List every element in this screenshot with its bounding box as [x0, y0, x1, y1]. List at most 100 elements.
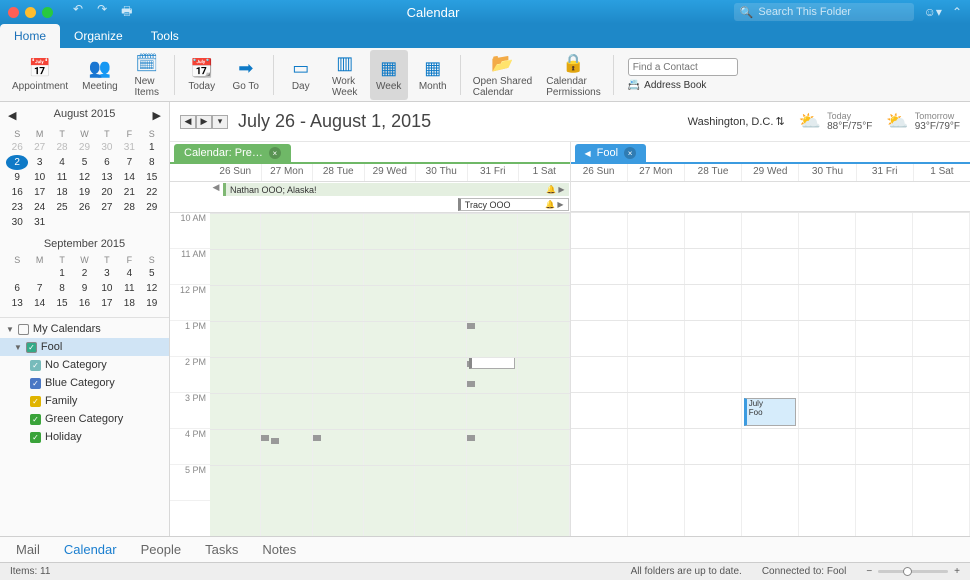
- day-header[interactable]: 29 Wed: [365, 164, 417, 181]
- day-header[interactable]: 1 Sat: [519, 164, 570, 181]
- mini-day[interactable]: 27: [28, 140, 50, 155]
- redo-icon[interactable]: ↷: [97, 2, 107, 23]
- category-item[interactable]: ✓Holiday: [0, 428, 169, 446]
- mini-day[interactable]: 7: [28, 281, 50, 296]
- weather-location[interactable]: Washington, D.C.⇅: [688, 115, 785, 128]
- appointment-button[interactable]: 📅Appointment: [8, 50, 72, 100]
- day-column[interactable]: [261, 213, 312, 536]
- day-header[interactable]: 1 Sat: [914, 164, 970, 181]
- pane-tab-left[interactable]: Calendar: Pre… ×: [174, 144, 291, 162]
- mini-day[interactable]: 26: [73, 200, 95, 215]
- mini-day[interactable]: 24: [28, 200, 50, 215]
- mini-day[interactable]: 30: [96, 140, 118, 155]
- close-icon[interactable]: ×: [624, 147, 636, 159]
- zoom-slider[interactable]: [878, 570, 948, 573]
- next-month-icon[interactable]: ▶: [153, 109, 161, 122]
- arrow-left-icon[interactable]: ◀: [210, 182, 222, 197]
- mini-day[interactable]: 31: [118, 140, 140, 155]
- mini-day[interactable]: 8: [51, 281, 73, 296]
- mini-day[interactable]: 2: [73, 266, 95, 281]
- week-view-button[interactable]: ▦Week: [370, 50, 408, 100]
- tab-organize[interactable]: Organize: [60, 24, 137, 48]
- mini-day[interactable]: 12: [73, 170, 95, 185]
- mini-day[interactable]: 14: [118, 170, 140, 185]
- close-icon[interactable]: ×: [269, 147, 281, 159]
- checkbox-icon[interactable]: ✓: [30, 360, 41, 371]
- mini-day[interactable]: 1: [51, 266, 73, 281]
- calendar-event[interactable]: July Foo: [744, 398, 796, 426]
- goto-button[interactable]: ➡Go To: [227, 55, 265, 94]
- mini-day[interactable]: 3: [96, 266, 118, 281]
- checkbox-icon[interactable]: [18, 324, 29, 335]
- category-item[interactable]: ✓Blue Category: [0, 374, 169, 392]
- minimize-window[interactable]: [25, 7, 36, 18]
- mini-day[interactable]: 1: [141, 140, 163, 155]
- zoom-window[interactable]: [42, 7, 53, 18]
- mini-day[interactable]: 12: [141, 281, 163, 296]
- mini-day[interactable]: 2: [6, 155, 28, 170]
- zoom-in-icon[interactable]: +: [954, 566, 960, 577]
- mini-day[interactable]: 6: [96, 155, 118, 170]
- day-column[interactable]: [313, 213, 364, 536]
- mini-day[interactable]: 15: [141, 170, 163, 185]
- month-view-button[interactable]: ▦Month: [414, 50, 452, 100]
- mini-day[interactable]: 18: [118, 296, 140, 311]
- new-items-button[interactable]: 🗓New Items: [128, 50, 166, 100]
- day-column[interactable]: [571, 212, 628, 536]
- day-columns[interactable]: July Foo: [571, 212, 970, 536]
- checkbox-icon[interactable]: ✓: [30, 432, 41, 443]
- mini-day[interactable]: 18: [51, 185, 73, 200]
- zoom-out-icon[interactable]: −: [866, 566, 872, 577]
- nav-notes[interactable]: Notes: [262, 542, 296, 557]
- meeting-button[interactable]: 👥Meeting: [78, 50, 122, 100]
- tab-tools[interactable]: Tools: [137, 24, 193, 48]
- tab-home[interactable]: Home: [0, 24, 60, 48]
- calendar-fool[interactable]: ▼ ✓ Fool: [0, 338, 169, 356]
- day-column[interactable]: [415, 213, 466, 536]
- day-column[interactable]: July Foo: [742, 212, 799, 536]
- find-contact-input[interactable]: [628, 58, 738, 76]
- arrow-left-icon[interactable]: ◀: [585, 149, 591, 158]
- day-header[interactable]: 31 Fri: [857, 164, 914, 181]
- zoom-control[interactable]: − +: [866, 566, 960, 577]
- mini-day[interactable]: 16: [73, 296, 95, 311]
- print-icon[interactable]: 🖶: [121, 2, 132, 23]
- mini-day[interactable]: 21: [118, 185, 140, 200]
- mini-day[interactable]: 29: [73, 140, 95, 155]
- mini-day[interactable]: 5: [141, 266, 163, 281]
- mini-day[interactable]: 13: [6, 296, 28, 311]
- mini-day[interactable]: 13: [96, 170, 118, 185]
- collapse-ribbon-icon[interactable]: ⌃: [952, 5, 962, 19]
- mini-day[interactable]: 27: [96, 200, 118, 215]
- day-header[interactable]: 31 Fri: [468, 164, 520, 181]
- mini-day[interactable]: 4: [118, 266, 140, 281]
- day-header[interactable]: 29 Wed: [742, 164, 799, 181]
- address-book-button[interactable]: 📇Address Book: [628, 80, 738, 91]
- mini-day[interactable]: 4: [51, 155, 73, 170]
- mini-day[interactable]: 16: [6, 185, 28, 200]
- mini-day[interactable]: 29: [141, 200, 163, 215]
- day-column[interactable]: [856, 212, 913, 536]
- day-header[interactable]: 27 Mon: [262, 164, 314, 181]
- nav-prev-icon[interactable]: ◀: [180, 115, 196, 129]
- close-window[interactable]: [8, 7, 19, 18]
- checkbox-icon[interactable]: ✓: [30, 414, 41, 425]
- day-view-button[interactable]: ▭Day: [282, 50, 320, 100]
- category-item[interactable]: ✓Family: [0, 392, 169, 410]
- day-header[interactable]: 30 Thu: [799, 164, 856, 181]
- mini-day[interactable]: 17: [28, 185, 50, 200]
- pane-tab-right[interactable]: ◀ Fool ×: [575, 144, 647, 162]
- day-column[interactable]: [685, 212, 742, 536]
- mini-day[interactable]: 30: [6, 215, 28, 230]
- workweek-view-button[interactable]: ▥Work Week: [326, 50, 364, 100]
- checkbox-icon[interactable]: ✓: [30, 396, 41, 407]
- nav-tasks[interactable]: Tasks: [205, 542, 238, 557]
- mini-day[interactable]: 22: [141, 185, 163, 200]
- mini-day[interactable]: 6: [6, 281, 28, 296]
- allday-event[interactable]: Tracy OOO🔔 ▶: [458, 198, 569, 211]
- day-header[interactable]: 28 Tue: [685, 164, 742, 181]
- category-item[interactable]: ✓No Category: [0, 356, 169, 374]
- undo-icon[interactable]: ↶: [73, 2, 83, 23]
- checkbox-icon[interactable]: ✓: [26, 342, 37, 353]
- day-header[interactable]: 26 Sun: [571, 164, 628, 181]
